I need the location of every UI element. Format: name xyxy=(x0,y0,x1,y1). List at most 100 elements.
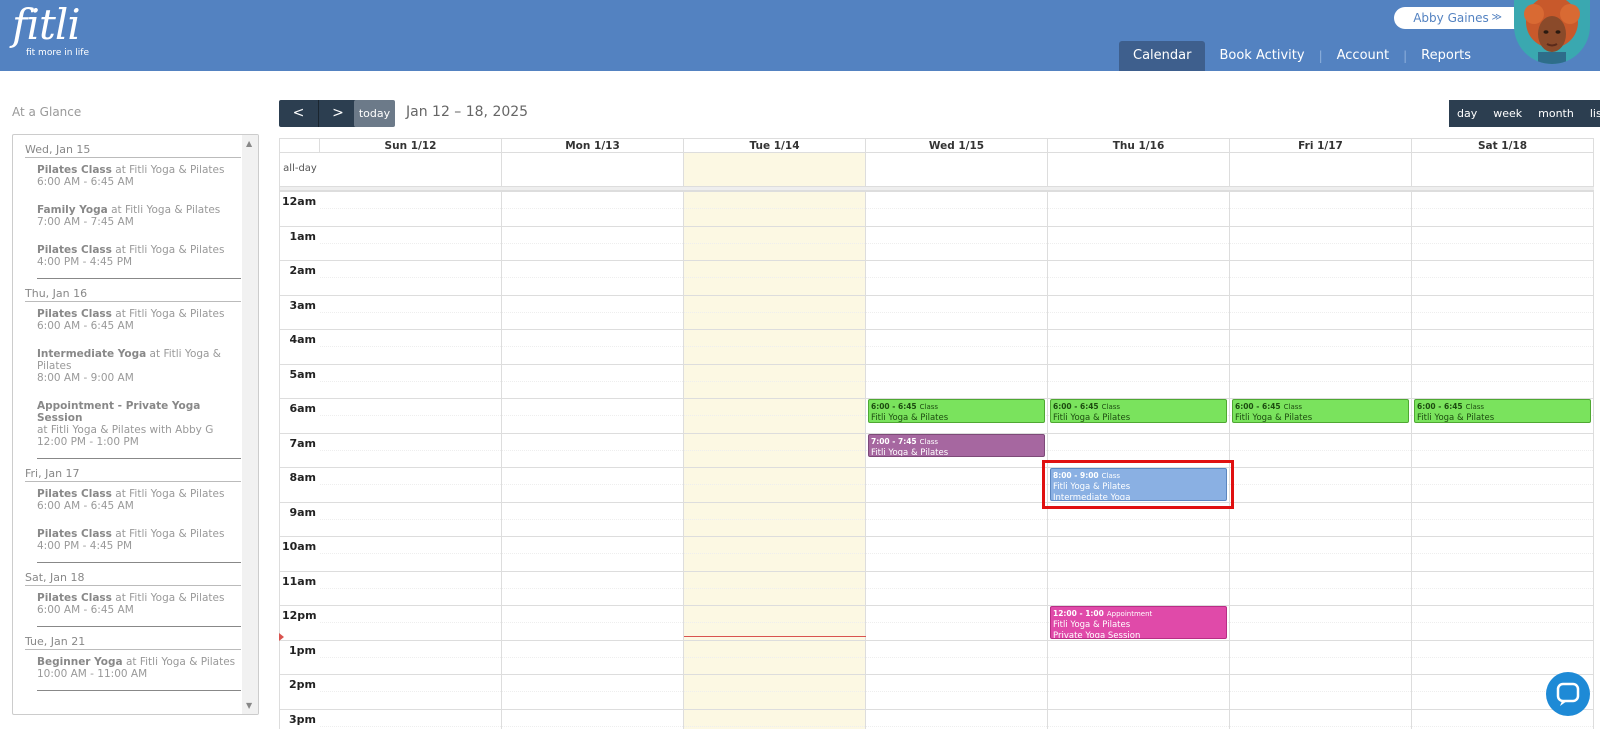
day-column-header[interactable]: Mon 1/13 xyxy=(502,139,684,153)
hour-label: 1am xyxy=(289,229,316,243)
time-axis-header xyxy=(280,139,320,153)
hour-line xyxy=(280,294,1594,296)
glance-day-divider xyxy=(37,562,241,563)
glance-event-name: Pilates Class xyxy=(37,592,112,604)
nav-book-activity[interactable]: Book Activity xyxy=(1205,41,1318,71)
glance-event[interactable]: Pilates Class at Fitli Yoga & Pilates 6:0… xyxy=(25,592,241,616)
glance-event-name: Beginner Yoga xyxy=(37,656,123,668)
chevron-down-icon: ≫ xyxy=(1491,12,1502,23)
avatar[interactable] xyxy=(1514,0,1590,64)
glance-event[interactable]: Pilates Class at Fitli Yoga & Pilates 4:0… xyxy=(25,244,241,268)
view-list-button[interactable]: list xyxy=(1581,100,1600,127)
half-hour-line xyxy=(320,518,1594,520)
glance-event-time: 8:00 AM - 9:00 AM xyxy=(37,372,134,384)
glance-event-time: 6:00 AM - 6:45 AM xyxy=(37,320,134,332)
event-kind: Appointment xyxy=(1106,610,1153,618)
glance-event[interactable]: Intermediate Yoga at Fitli Yoga & Pilate… xyxy=(25,348,241,384)
prev-week-button[interactable]: < xyxy=(279,100,318,127)
nav-account[interactable]: Account xyxy=(1323,41,1404,71)
glance-event[interactable]: Beginner Yoga at Fitli Yoga & Pilates 10:… xyxy=(25,656,241,680)
half-hour-line xyxy=(320,346,1594,348)
now-indicator-line xyxy=(684,636,866,638)
next-week-button[interactable]: > xyxy=(318,100,357,127)
hour-label: 7am xyxy=(289,436,316,450)
nav-reports[interactable]: Reports xyxy=(1407,41,1485,71)
day-column[interactable] xyxy=(1048,153,1230,729)
calendar-event[interactable]: 6:00 - 6:45 Class Fitli Yoga & Pilates xyxy=(1232,399,1409,423)
glance-list: Wed, Jan 15 Pilates Class at Fitli Yoga &… xyxy=(25,143,241,699)
glance-event-name: Appointment - Private Yoga Session xyxy=(37,400,201,424)
app-header: fitli fit more in life Abby Gaines ≫ Cal… xyxy=(0,0,1600,71)
event-line: Fitli Yoga & Pilates xyxy=(871,447,949,458)
hour-label: 10am xyxy=(282,540,317,553)
day-column[interactable] xyxy=(684,153,866,729)
day-column-header[interactable]: Wed 1/15 xyxy=(866,139,1048,153)
calendar-event[interactable]: 6:00 - 6:45 Class Fitli Yoga & Pilates xyxy=(1414,399,1591,423)
half-hour-line xyxy=(320,725,1594,727)
calendar-event[interactable]: 7:00 - 7:45 Class Fitli Yoga & Pilates xyxy=(868,433,1045,458)
day-column-header[interactable]: Sat 1/18 xyxy=(1412,139,1594,153)
all-day-label: all-day xyxy=(283,163,317,174)
event-kind: Class xyxy=(919,403,939,411)
hour-line xyxy=(280,501,1594,503)
glance-event[interactable]: Family Yoga at Fitli Yoga & Pilates 7:00 … xyxy=(25,204,241,228)
glance-event-name: Pilates Class xyxy=(37,528,112,540)
event-line: Private Yoga Session xyxy=(1053,631,1141,639)
calendar-event[interactable]: 6:00 - 6:45 Class Fitli Yoga & Pilates xyxy=(868,399,1045,423)
scrollbar[interactable]: ▲ ▼ xyxy=(242,135,258,714)
half-hour-line xyxy=(320,622,1594,624)
glance-event[interactable]: Appointment - Private Yoga Session at Fit… xyxy=(25,400,241,448)
scroll-up-icon[interactable]: ▲ xyxy=(246,139,252,148)
day-column-header[interactable]: Thu 1/16 xyxy=(1048,139,1230,153)
at-a-glance-title: At a Glance xyxy=(12,105,82,119)
day-column[interactable] xyxy=(502,153,684,729)
user-menu-button[interactable]: Abby Gaines ≫ xyxy=(1394,7,1528,29)
today-button[interactable]: today xyxy=(354,100,395,127)
day-column[interactable] xyxy=(1412,153,1594,729)
day-column-header[interactable]: Sun 1/12 xyxy=(320,139,502,153)
event-line: Fitli Yoga & Pilates xyxy=(1235,413,1313,423)
hour-label: 5am xyxy=(289,367,316,381)
fitli-logo[interactable]: fitli fit more in life xyxy=(12,2,89,59)
event-line: Fitli Yoga & Pilates xyxy=(1053,413,1131,423)
glance-event[interactable]: Pilates Class at Fitli Yoga & Pilates 6:0… xyxy=(25,488,241,512)
glance-day-header: Wed, Jan 15 xyxy=(25,143,241,158)
event-time: 6:00 - 6:45 xyxy=(1235,402,1281,411)
hour-line xyxy=(280,674,1594,675)
at-a-glance-panel[interactable]: Wed, Jan 15 Pilates Class at Fitli Yoga &… xyxy=(12,134,259,715)
hour-line xyxy=(280,708,1594,710)
glance-event-location: at Fitli Yoga & Pilates xyxy=(122,656,236,668)
half-hour-line xyxy=(320,691,1594,693)
glance-day-divider xyxy=(37,458,241,459)
view-month-button[interactable]: month xyxy=(1530,100,1582,127)
glance-event-location: at Fitli Yoga & Pilates xyxy=(111,164,225,176)
glance-event[interactable]: Pilates Class at Fitli Yoga & Pilates 6:0… xyxy=(25,308,241,332)
glance-event[interactable]: Pilates Class at Fitli Yoga & Pilates 4:0… xyxy=(25,528,241,552)
scroll-down-icon[interactable]: ▼ xyxy=(246,701,252,710)
glance-event-time: 4:00 PM - 4:45 PM xyxy=(37,256,133,268)
view-switcher: day week month list xyxy=(1449,100,1600,127)
glance-event-location: at Fitli Yoga & Pilates xyxy=(111,592,225,604)
day-column-header[interactable]: Fri 1/17 xyxy=(1230,139,1412,153)
hour-label: 4am xyxy=(289,333,316,346)
view-week-button[interactable]: week xyxy=(1485,100,1531,127)
chat-icon xyxy=(1556,682,1580,706)
day-column-header[interactable]: Tue 1/14 xyxy=(684,139,866,153)
hour-line xyxy=(280,605,1594,606)
glance-day-header: Tue, Jan 21 xyxy=(25,635,241,650)
event-line: Fitli Yoga & Pilates xyxy=(1417,413,1495,423)
glance-day-divider xyxy=(37,626,241,627)
day-column[interactable] xyxy=(1230,153,1412,729)
event-time: 12:00 - 1:00 xyxy=(1053,609,1104,618)
day-column[interactable] xyxy=(320,153,502,729)
view-day-button[interactable]: day xyxy=(1449,100,1486,127)
glance-event-location: at Fitli Yoga & Pilates xyxy=(111,244,225,256)
calendar-event[interactable]: 6:00 - 6:45 Class Fitli Yoga & Pilates xyxy=(1050,399,1227,423)
glance-event[interactable]: Pilates Class at Fitli Yoga & Pilates 6:0… xyxy=(25,164,241,188)
hour-label: 11am xyxy=(282,574,317,588)
chat-button[interactable] xyxy=(1546,672,1590,716)
event-kind: Class xyxy=(1283,403,1303,411)
calendar-event[interactable]: 12:00 - 1:00 Appointment Fitli Yoga & Pila… xyxy=(1050,606,1227,639)
nav-calendar[interactable]: Calendar xyxy=(1119,41,1206,71)
logo-tagline: fit more in life xyxy=(26,48,90,58)
